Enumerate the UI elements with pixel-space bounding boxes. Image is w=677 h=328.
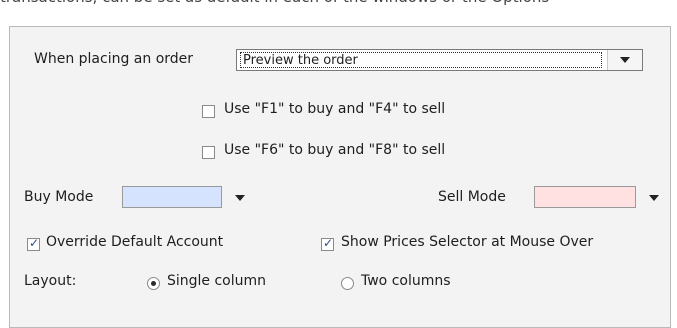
sell-mode-color-box[interactable] <box>534 186 636 208</box>
f6-f8-label: Use "F6" to buy and "F8" to sell <box>224 142 446 158</box>
buy-mode-color-box[interactable] <box>122 186 222 208</box>
buy-mode-label: Buy Mode <box>24 189 94 205</box>
order-label: When placing an order <box>34 51 194 67</box>
layout-single-column-radio[interactable] <box>147 277 160 290</box>
checkmark-icon: ✓ <box>29 236 40 250</box>
show-prices-checkbox[interactable]: ✓ <box>321 236 334 251</box>
checkmark-icon: ✓ <box>323 236 334 250</box>
layout-two-columns-label: Two columns <box>361 273 451 289</box>
f1-f4-label: Use "F1" to buy and "F4" to sell <box>224 101 446 117</box>
override-account-checkbox[interactable]: ✓ <box>27 236 40 251</box>
order-selected-value: Preview the order <box>240 52 602 68</box>
chevron-down-icon <box>620 57 630 63</box>
order-dropdown-button[interactable] <box>607 50 642 70</box>
override-account-label: Override Default Account <box>46 234 224 250</box>
top-cut-text: transactions, can be set as default in e… <box>0 0 677 12</box>
order-dropdown[interactable]: Preview the order <box>236 49 643 71</box>
layout-label: Layout: <box>24 273 77 289</box>
sell-mode-dropdown-icon[interactable] <box>649 195 659 201</box>
layout-single-column-label: Single column <box>167 273 267 289</box>
f1-f4-checkbox[interactable] <box>202 105 215 118</box>
radio-selected-dot <box>151 281 156 286</box>
buy-mode-dropdown-icon[interactable] <box>235 195 245 201</box>
f6-f8-checkbox[interactable] <box>202 146 215 159</box>
show-prices-label: Show Prices Selector at Mouse Over <box>341 234 594 250</box>
sell-mode-label: Sell Mode <box>438 189 506 205</box>
layout-two-columns-radio[interactable] <box>341 277 354 290</box>
order-options-panel: When placing an order Preview the order … <box>9 26 671 328</box>
